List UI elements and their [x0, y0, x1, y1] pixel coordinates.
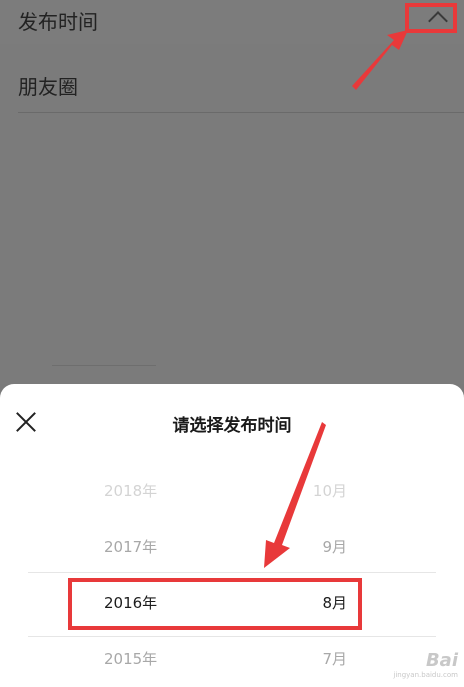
annotation-arrow-bottom: [264, 422, 326, 568]
annotation-arrow-top: [352, 30, 408, 90]
annotation-arrows: [264, 30, 408, 568]
